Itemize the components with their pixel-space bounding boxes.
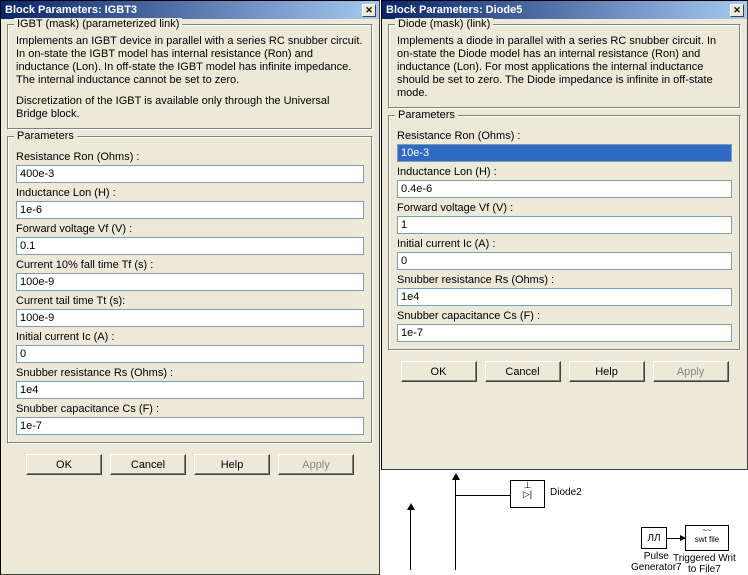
label-ic: Initial current Ic (A) : xyxy=(16,331,364,343)
label-rs: Snubber resistance Rs (Ohms) : xyxy=(16,367,364,379)
label-lon: Inductance Lon (H) : xyxy=(397,166,732,178)
input-ic[interactable] xyxy=(397,252,732,270)
desc-text-2: Discretization of the IGBT is available … xyxy=(16,95,364,121)
group-description: Diode (mask) (link) Implements a diode i… xyxy=(388,24,741,109)
apply-button[interactable]: Apply xyxy=(653,361,729,382)
titlebar-left[interactable]: Block Parameters: IGBT3 ✕ xyxy=(1,1,379,19)
button-row: OK Cancel Help Apply xyxy=(388,357,741,382)
input-lon[interactable] xyxy=(16,201,364,219)
label-lon: Inductance Lon (H) : xyxy=(16,187,364,199)
input-rs[interactable] xyxy=(397,288,732,306)
label-tt: Current tail time Tt (s): xyxy=(16,295,364,307)
params-legend: Parameters xyxy=(395,109,458,121)
input-ron[interactable] xyxy=(397,144,732,162)
help-button[interactable]: Help xyxy=(569,361,645,382)
desc-text-1: Implements a diode in parallel with a se… xyxy=(397,35,732,100)
input-ic[interactable] xyxy=(16,345,364,363)
titlebar-right[interactable]: Block Parameters: Diode5 ✕ xyxy=(382,1,747,19)
block-pulse-gen: ЛЛ xyxy=(641,527,667,549)
group-description: IGBT (mask) (parameterized link) Impleme… xyxy=(7,24,373,130)
close-icon[interactable]: ✕ xyxy=(362,4,376,17)
input-ron[interactable] xyxy=(16,165,364,183)
label-rs: Snubber resistance Rs (Ohms) : xyxy=(397,274,732,286)
desc-text-1: Implements an IGBT device in parallel wi… xyxy=(16,35,364,87)
label-ron: Resistance Ron (Ohms) : xyxy=(397,130,732,142)
cancel-button[interactable]: Cancel xyxy=(110,454,186,475)
apply-button[interactable]: Apply xyxy=(278,454,354,475)
input-tt[interactable] xyxy=(16,309,364,327)
ok-button[interactable]: OK xyxy=(26,454,102,475)
button-row: OK Cancel Help Apply xyxy=(7,450,373,475)
input-lon[interactable] xyxy=(397,180,732,198)
title-text: Block Parameters: Diode5 xyxy=(386,4,730,16)
input-cs[interactable] xyxy=(16,417,364,435)
group-parameters: Parameters Resistance Ron (Ohms) : Induc… xyxy=(388,115,741,351)
label-ron: Resistance Ron (Ohms) : xyxy=(16,151,364,163)
label-cs: Snubber capacitance Cs (F) : xyxy=(397,310,732,322)
label-triggered-write: Triggered Writ to File7 xyxy=(673,553,736,575)
group-parameters: Parameters Resistance Ron (Ohms) : Induc… xyxy=(7,136,373,444)
block-diode2: ⊥▷| xyxy=(510,480,545,508)
dialog-igbt: Block Parameters: IGBT3 ✕ IGBT (mask) (p… xyxy=(0,0,380,575)
input-cs[interactable] xyxy=(397,324,732,342)
title-text: Block Parameters: IGBT3 xyxy=(5,4,362,16)
params-legend: Parameters xyxy=(14,130,77,142)
help-button[interactable]: Help xyxy=(194,454,270,475)
label-ic: Initial current Ic (A) : xyxy=(397,238,732,250)
dialog-diode: Block Parameters: Diode5 ✕ Diode (mask) … xyxy=(381,0,748,470)
ok-button[interactable]: OK xyxy=(401,361,477,382)
input-vf[interactable] xyxy=(16,237,364,255)
block-triggered-write: ~~swt file xyxy=(685,525,729,551)
close-icon[interactable]: ✕ xyxy=(730,4,744,17)
background-diagram: ⊥▷| Diode2 ЛЛ Pulse Generator7 ~~swt fil… xyxy=(385,455,745,575)
desc-title: Diode (mask) (link) xyxy=(395,18,493,30)
input-vf[interactable] xyxy=(397,216,732,234)
label-diode2: Diode2 xyxy=(550,487,582,498)
cancel-button[interactable]: Cancel xyxy=(485,361,561,382)
label-vf: Forward voltage Vf (V) : xyxy=(16,223,364,235)
label-vf: Forward voltage Vf (V) : xyxy=(397,202,732,214)
label-cs: Snubber capacitance Cs (F) : xyxy=(16,403,364,415)
input-rs[interactable] xyxy=(16,381,364,399)
desc-title: IGBT (mask) (parameterized link) xyxy=(14,18,182,30)
label-tf: Current 10% fall time Tf (s) : xyxy=(16,259,364,271)
input-tf[interactable] xyxy=(16,273,364,291)
